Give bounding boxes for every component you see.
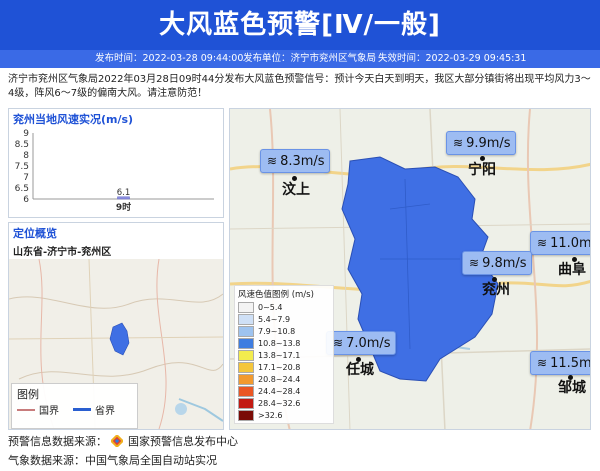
- y-tick-label: 9: [23, 129, 29, 139]
- legend-item: 0~5.4: [238, 301, 330, 313]
- city-zoucheng: 邹城: [558, 380, 586, 396]
- y-tick-label: 7.5: [15, 162, 29, 172]
- legend-swatch: [238, 373, 254, 385]
- province-border-swatch: [73, 408, 91, 411]
- y-tick-label: 8.5: [15, 140, 29, 150]
- legend-item: >32.6: [238, 409, 330, 421]
- overview-legend: 图例 国界 省界: [11, 383, 138, 429]
- wind-color-legend: 风速色值图例 (m/s) 0~5.4 5.4~7.9 7.9~10.8 10.8~13…: [234, 285, 334, 424]
- publisher: 发布单位：济宁市兖州区气象局: [243, 53, 377, 64]
- legend-label: 7.9~10.8: [258, 326, 296, 336]
- legend-item: 20.8~24.4: [238, 373, 330, 385]
- x-tick-label: 9时: [116, 201, 131, 213]
- legend-swatch: [238, 337, 254, 349]
- wind-icon: ≋: [453, 136, 464, 150]
- legend-label: 24.4~28.4: [258, 386, 301, 396]
- station-yanzhou-speed[interactable]: ≋ 9.8m/s: [462, 251, 532, 275]
- legend-title: 风速色值图例 (m/s): [238, 290, 314, 300]
- legend-item: 28.4~32.6: [238, 397, 330, 409]
- wind-icon: ≋: [469, 256, 480, 270]
- legend-swatch: [238, 301, 254, 313]
- y-tick-label: 6: [23, 195, 29, 205]
- wind-icon: ≋: [333, 336, 344, 350]
- wind-map[interactable]: ≋8.3m/s 汶上 ≋9.9m/s 宁阳 ≋11.0m/s 曲阜 ≋9.8m/…: [229, 108, 591, 430]
- legend-item: 10.8~13.8: [238, 337, 330, 349]
- station-rencheng-speed[interactable]: ≋ 7.0m/s: [326, 331, 396, 355]
- city-wenshang: 汶上: [282, 182, 310, 198]
- city-rencheng: 任城: [346, 362, 374, 378]
- legend-label: 13.8~17.1: [258, 350, 301, 360]
- legend-item: 24.4~28.4: [238, 385, 330, 397]
- y-tick-label: 6.5: [15, 184, 29, 194]
- publish-time: 发布时间：2022-03-28 09:44:00: [95, 53, 244, 64]
- location-name: 山东省-济宁市-兖州区: [13, 247, 112, 258]
- station-zoucheng-speed[interactable]: ≋11.5m/s: [530, 351, 590, 375]
- overview-legend-title: 图例: [17, 388, 39, 401]
- legend-label: 28.4~32.6: [258, 398, 301, 408]
- legend-swatch: [238, 361, 254, 373]
- bar-data-label: 6.1: [117, 188, 131, 198]
- warning-source-name[interactable]: 国家预警信息发布中心: [128, 435, 238, 448]
- station-ningyang-speed[interactable]: ≋ 9.9m/s: [446, 131, 516, 155]
- city-yanzhou: 兖州: [482, 282, 510, 298]
- legend-label: >32.6: [258, 410, 283, 420]
- legend-item: 17.1~20.8: [238, 361, 330, 373]
- warning-source: 预警信息数据来源： 国家预警信息发布中心: [8, 435, 238, 448]
- legend-swatch: [238, 385, 254, 397]
- legend-label: 20.8~24.4: [258, 374, 301, 384]
- legend-item: 7.9~10.8: [238, 325, 330, 337]
- wind-speed-chart: 98.587.576.56 6.1 9时: [15, 129, 214, 213]
- country-border-label: 国界: [39, 406, 59, 417]
- weather-source: 气象数据来源：中国气象局全国自动站实况: [8, 454, 217, 467]
- expire-time: 失效时间：2022-03-29 09:45:31: [378, 53, 527, 64]
- station-qufu-speed[interactable]: ≋11.0m/s: [530, 231, 590, 255]
- legend-swatch: [238, 349, 254, 361]
- wind-icon: ≋: [537, 236, 548, 250]
- wind-icon: ≋: [537, 356, 548, 370]
- y-tick-label: 8: [23, 151, 29, 161]
- legend-label: 10.8~13.8: [258, 338, 301, 348]
- legend-item: 5.4~7.9: [238, 313, 330, 325]
- warning-title: 大风蓝色预警[Ⅳ/一般]: [159, 10, 441, 40]
- wind-icon: ≋: [267, 154, 278, 168]
- y-tick-label: 7: [23, 173, 29, 183]
- legend-swatch: [238, 325, 254, 337]
- location-panel: 定位概览 山东省-济宁市-兖州区 图例 国界 省界: [8, 222, 224, 430]
- legend-rows: 0~5.4 5.4~7.9 7.9~10.8 10.8~13.8 13.8~17.1 17…: [238, 301, 330, 421]
- warning-header: 大风蓝色预警[Ⅳ/一般]: [0, 0, 600, 50]
- province-border-label: 省界: [95, 406, 115, 417]
- city-qufu: 曲阜: [558, 262, 586, 278]
- legend-label: 0~5.4: [258, 302, 283, 312]
- legend-item: 13.8~17.1: [238, 349, 330, 361]
- warning-meta-bar: 发布时间：2022-03-28 09:44:00 发布单位：济宁市兖州区气象局 …: [0, 50, 600, 68]
- station-wenshang-speed[interactable]: ≋ 8.3m/s: [260, 149, 330, 173]
- location-title: 定位概览: [13, 227, 57, 240]
- legend-label: 5.4~7.9: [258, 314, 291, 324]
- warning-content: 济宁市兖州区气象局2022年03月28日09时44分发布大风蓝色预警信号：预计今…: [8, 74, 591, 99]
- wind-speed-panel: 兖州当地风速实况(m/s) 9 8.5 8 7.5 7 6.5 6 6.1 9时: [8, 108, 224, 218]
- national-warning-center-logo-icon: [110, 435, 123, 447]
- legend-swatch: [238, 313, 254, 325]
- legend-swatch: [238, 397, 254, 409]
- country-border-swatch: [17, 408, 35, 411]
- legend-swatch: [238, 409, 254, 421]
- legend-label: 17.1~20.8: [258, 362, 301, 372]
- wind-panel-title: 兖州当地风速实况(m/s): [13, 113, 134, 126]
- city-ningyang: 宁阳: [468, 162, 496, 178]
